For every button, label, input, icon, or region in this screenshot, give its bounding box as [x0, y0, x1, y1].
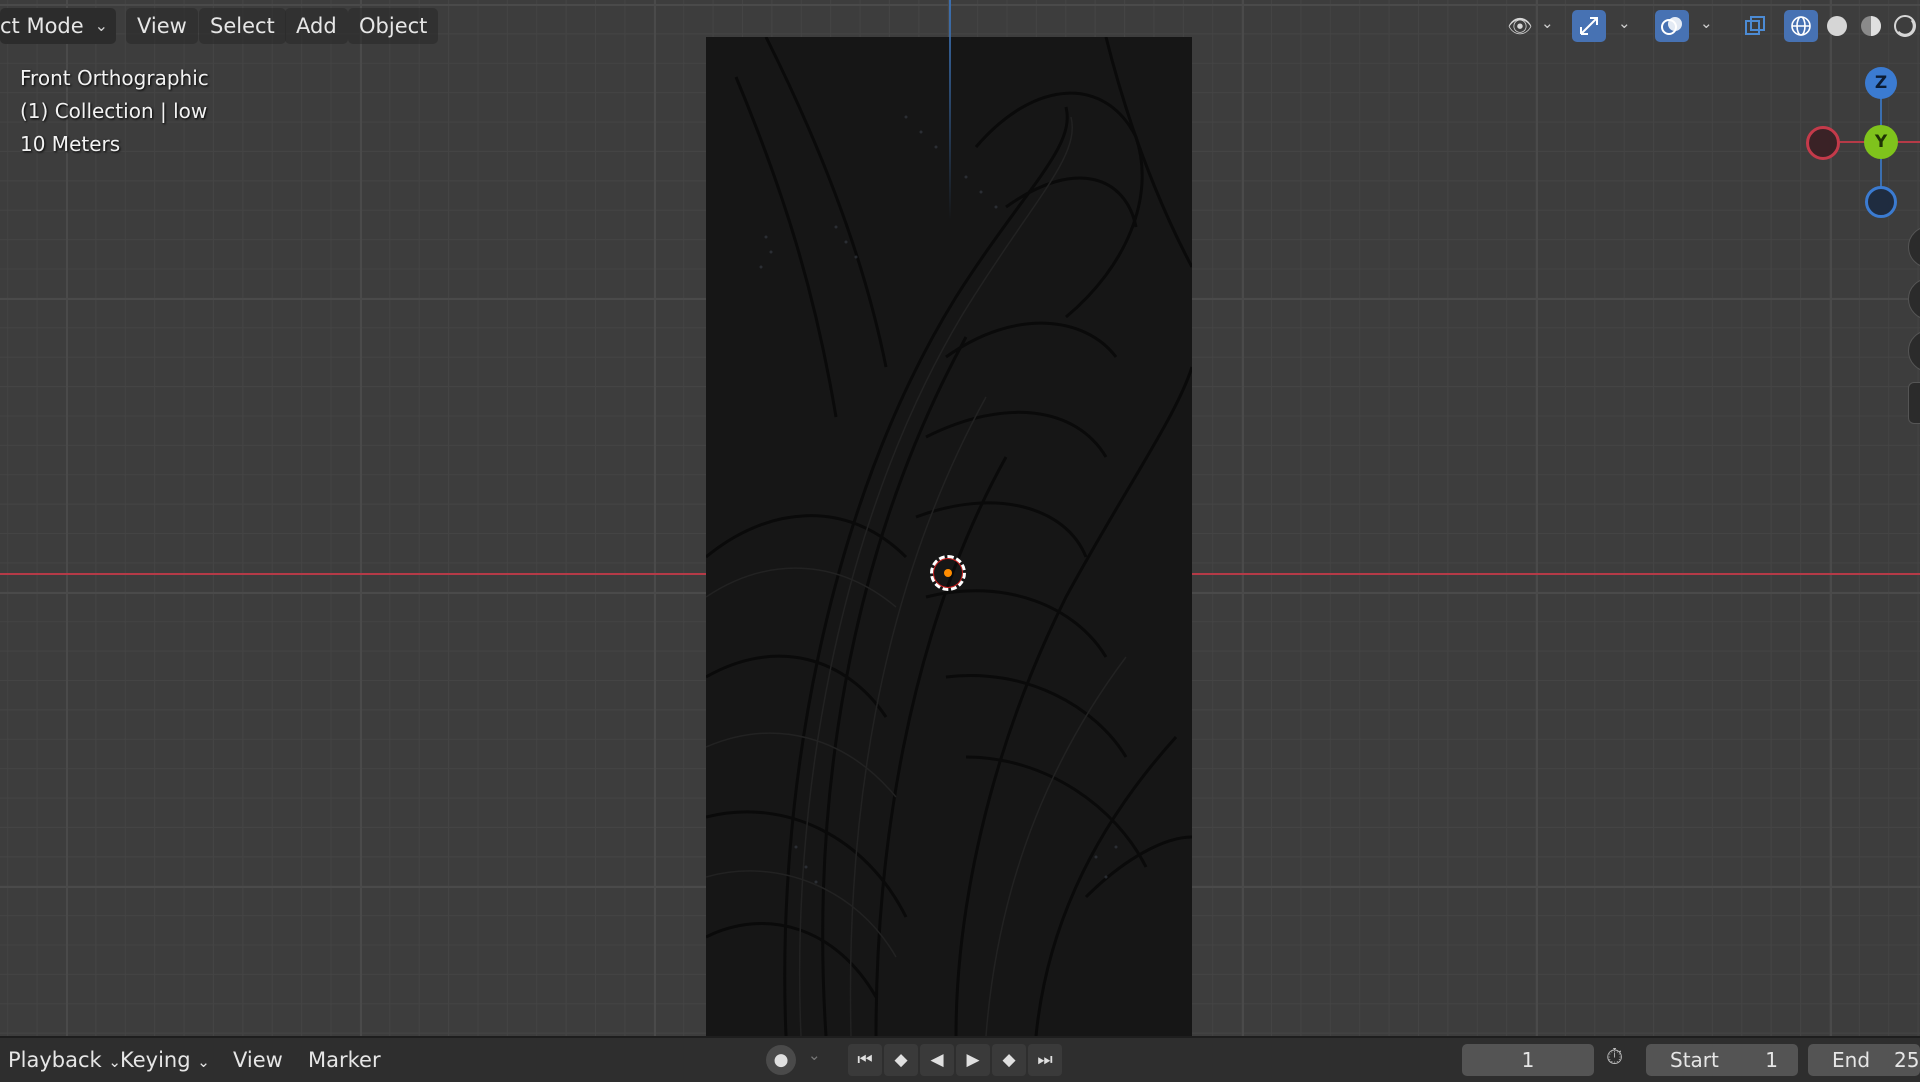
menu-view[interactable]: View	[126, 8, 198, 44]
record-icon[interactable]: ●	[766, 1045, 796, 1075]
xray-icon[interactable]	[1738, 10, 1772, 42]
grid-scale-label: 10 Meters	[20, 132, 121, 156]
start-value: 1	[1765, 1048, 1778, 1072]
gizmo-z-axis[interactable]: Z	[1865, 67, 1897, 99]
menu-marker[interactable]: Marker	[300, 1042, 389, 1078]
pan-icon[interactable]	[1908, 278, 1920, 320]
mode-label: ct Mode	[0, 14, 84, 38]
menu-timeline-view[interactable]: View	[225, 1042, 291, 1078]
camera-icon[interactable]	[1908, 330, 1920, 372]
gizmo-neg-z-axis[interactable]	[1865, 186, 1897, 218]
chevron-down-icon[interactable]: ⌄	[1618, 14, 1631, 32]
chevron-down-icon: ⌄	[94, 16, 108, 35]
menu-keying[interactable]: Keying ⌄	[112, 1042, 218, 1078]
menu-object[interactable]: Object	[348, 8, 439, 44]
overlays-icon[interactable]	[1655, 10, 1689, 42]
prev-keyframe-icon[interactable]: ◆	[884, 1044, 918, 1076]
3d-viewport[interactable]: ct Mode ⌄ View Select Add Object 👁 ⌄ ⌄ ⌄	[0, 0, 1920, 1036]
end-frame-field[interactable]: End 25	[1808, 1044, 1920, 1076]
menu-select[interactable]: Select	[199, 8, 286, 44]
chevron-down-icon[interactable]: ⌄	[1700, 14, 1713, 32]
timeline-header: Playback ⌄ Keying ⌄ View Marker ● ⌄ ⏮ ◆ …	[0, 1036, 1920, 1082]
jump-start-icon[interactable]: ⏮	[848, 1044, 882, 1076]
jump-end-icon[interactable]: ⏭	[1028, 1044, 1062, 1076]
start-label: Start	[1670, 1048, 1719, 1072]
zoom-icon[interactable]	[1908, 226, 1920, 268]
gizmo-icon[interactable]	[1572, 10, 1606, 42]
chevron-down-icon[interactable]: ⌄	[1541, 14, 1554, 32]
viewport-header: ct Mode ⌄ View Select Add Object 👁 ⌄ ⌄ ⌄	[0, 0, 1920, 52]
chevron-down-icon: ⌄	[197, 1053, 210, 1071]
next-keyframe-icon[interactable]: ◆	[992, 1044, 1026, 1076]
collection-label: (1) Collection | low	[20, 99, 208, 123]
object-origin-dot	[944, 569, 952, 577]
eye-icon[interactable]: 👁	[1503, 10, 1537, 42]
gizmo-neg-x-axis[interactable]	[1806, 126, 1840, 160]
stopwatch-icon[interactable]: ⏱	[1606, 1045, 1638, 1077]
view-name-label: Front Orthographic	[20, 66, 209, 90]
menu-playback[interactable]: Playback ⌄	[0, 1042, 129, 1078]
menu-playback-label: Playback	[8, 1048, 102, 1072]
gizmo-y-axis[interactable]: Y	[1864, 125, 1898, 159]
wireframe-icon[interactable]	[1784, 10, 1818, 42]
perspective-toggle-icon[interactable]	[1908, 382, 1920, 424]
rendered-shading-icon[interactable]	[1888, 10, 1920, 42]
chevron-down-icon[interactable]: ⌄	[808, 1046, 821, 1064]
menu-add[interactable]: Add	[285, 8, 348, 44]
solid-shading-icon[interactable]	[1820, 10, 1854, 42]
start-frame-field[interactable]: Start 1	[1646, 1044, 1798, 1076]
current-frame-field[interactable]: 1	[1462, 1044, 1594, 1076]
play-reverse-icon[interactable]: ◀	[920, 1044, 954, 1076]
material-shading-icon[interactable]	[1854, 10, 1888, 42]
end-value: 25	[1894, 1048, 1920, 1072]
mode-selector[interactable]: ct Mode ⌄	[0, 8, 116, 44]
play-icon[interactable]: ▶	[956, 1044, 990, 1076]
end-label: End	[1832, 1048, 1871, 1072]
menu-keying-label: Keying	[120, 1048, 191, 1072]
